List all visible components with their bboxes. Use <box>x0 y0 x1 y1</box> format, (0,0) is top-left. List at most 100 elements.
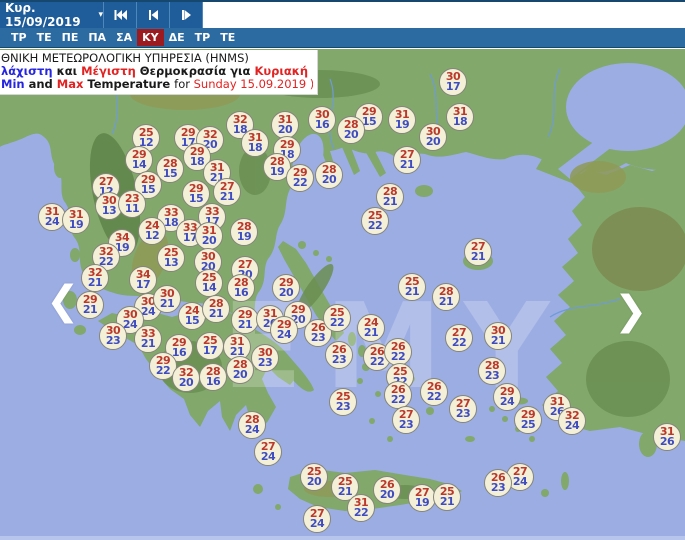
temp-station: 2522 <box>361 207 389 235</box>
temp-station: 3017 <box>439 68 467 96</box>
temp-station: 3023 <box>99 322 127 350</box>
tab-ΣΑ[interactable]: ΣΑ <box>111 29 137 46</box>
temp-station: 2924 <box>270 316 298 344</box>
next-day-arrow[interactable]: ❯ <box>614 291 648 331</box>
temp-station: 2914 <box>125 146 153 174</box>
temp-station: 3021 <box>484 322 512 350</box>
temp-station: 2412 <box>138 217 166 245</box>
temp-station: 3020 <box>419 123 447 151</box>
temp-station: 3417 <box>129 266 157 294</box>
temp-station: 3016 <box>308 106 336 134</box>
temp-station: 3023 <box>251 344 279 372</box>
temp-station: 2921 <box>231 306 259 334</box>
title-greek: λάχιστη και Μέγιστη Θερμοκρασία για Κυρι… <box>1 65 313 78</box>
temp-station: 2823 <box>478 357 506 385</box>
agency-title: ΘΝΙΚΗ ΜΕΤΕΩΡΟΛΟΓΙΚΗ ΥΠΗΡΕΣΙΑ (HNMS) <box>1 52 313 65</box>
temp-station: 3120 <box>271 111 299 139</box>
temp-station: 2816 <box>227 274 255 302</box>
tab-ΠΕ[interactable]: ΠΕ <box>57 29 84 46</box>
header-text-part: Θερμοκρασία για <box>140 65 255 78</box>
date-label: Κυρ. 15/09/2019 <box>5 1 95 29</box>
tab-ΔΕ[interactable]: ΔΕ <box>164 29 190 46</box>
temp-station: 3321 <box>134 325 162 353</box>
temp-station: 3122 <box>347 494 375 522</box>
temp-station: 2623 <box>325 341 353 369</box>
temp-station: 2724 <box>254 438 282 466</box>
temp-station: 2622 <box>384 338 412 366</box>
temp-station: 2924 <box>493 383 521 411</box>
greece-weather-map: EMY 251229173220321831203016291531193118… <box>0 49 685 540</box>
temp-station: 3118 <box>446 103 474 131</box>
temp-station: 3118 <box>241 129 269 157</box>
previous-day-arrow[interactable]: ❮ <box>46 281 80 321</box>
temp-station: 2522 <box>323 304 351 332</box>
header-text-part: Max <box>57 78 88 91</box>
header-text-part: και <box>57 65 82 78</box>
header-text-part: λάχιστη <box>1 65 57 78</box>
temp-station: 3119 <box>388 106 416 134</box>
header-text-part: Κυριακή 15.09.2019 <box>254 65 313 78</box>
temp-station: 2521 <box>433 483 461 511</box>
date-selector[interactable]: Κυρ. 15/09/2019 ▾ <box>0 2 104 28</box>
temp-station: 3224 <box>558 407 586 435</box>
temp-station: 2719 <box>408 484 436 512</box>
step-backward-icon <box>147 9 160 21</box>
temp-station: 2623 <box>484 469 512 497</box>
temp-station: 3021 <box>153 285 181 313</box>
weather-app-window: Κυρ. 15/09/2019 ▾ ΤΡΤΕΠΕΠΑΣΑΚΥΔΕΤΡΤΕ <box>0 0 685 540</box>
temp-station: 2620 <box>373 476 401 504</box>
header-text-part: Temperature <box>87 78 174 91</box>
temp-station: 2311 <box>118 190 146 218</box>
temp-station: 2513 <box>157 244 185 272</box>
caret-down-icon: ▾ <box>98 10 103 20</box>
temp-station: 2622 <box>384 381 412 409</box>
temp-station: 3220 <box>172 364 200 392</box>
header-text-part: for <box>174 78 193 91</box>
temp-station: 2622 <box>420 378 448 406</box>
temp-station: 2921 <box>76 291 104 319</box>
skip-to-first-button[interactable] <box>104 2 137 28</box>
header-text-part: Μέγιστη <box>81 65 140 78</box>
temp-station: 2521 <box>398 273 426 301</box>
stations-layer: 2512291732203218312030162915311931183017… <box>0 49 685 540</box>
temp-station: 2723 <box>392 406 420 434</box>
temp-station: 2721 <box>213 178 241 206</box>
skip-to-first-icon <box>113 9 128 21</box>
temp-station: 2421 <box>357 314 385 342</box>
temp-station: 2820 <box>337 116 365 144</box>
temp-station: 2723 <box>449 395 477 423</box>
tab-ΚΥ[interactable]: ΚΥ <box>137 29 164 46</box>
header-text-part: Min <box>1 78 29 91</box>
temp-station: 3126 <box>653 423 681 451</box>
tab-ΠΑ[interactable]: ΠΑ <box>83 29 111 46</box>
temp-station: 2821 <box>376 183 404 211</box>
header-text-part: and <box>29 78 57 91</box>
temp-station: 2819 <box>230 218 258 246</box>
step-forward-icon <box>180 9 193 21</box>
temp-station: 2816 <box>199 363 227 391</box>
temp-station: 2925 <box>514 406 542 434</box>
tab-ΤΡ[interactable]: ΤΡ <box>190 29 216 46</box>
temp-station: 2721 <box>464 238 492 266</box>
day-tabs: ΤΡΤΕΠΕΠΑΣΑΚΥΔΕΤΡΤΕ <box>0 28 685 48</box>
toolbar: Κυρ. 15/09/2019 ▾ <box>0 2 685 28</box>
temp-station: 2821 <box>432 283 460 311</box>
temp-station: 2820 <box>315 161 343 189</box>
temp-station: 2514 <box>195 269 223 297</box>
step-forward-button[interactable] <box>170 2 203 28</box>
temp-station: 2724 <box>303 505 331 533</box>
temp-station: 2523 <box>329 388 357 416</box>
map-bottom-edge <box>0 536 685 540</box>
temp-station: 2520 <box>300 463 328 491</box>
tab-ΤΕ[interactable]: ΤΕ <box>215 29 240 46</box>
header-text-part: Sunday 15.09.2019 ) <box>194 78 313 91</box>
tab-ΤΕ[interactable]: ΤΕ <box>32 29 57 46</box>
title-english: Min and Max Temperature for Sunday 15.09… <box>1 78 313 91</box>
tab-ΤΡ[interactable]: ΤΡ <box>6 29 32 46</box>
step-backward-button[interactable] <box>137 2 170 28</box>
temp-station: 2920 <box>272 274 300 302</box>
temp-station: 2517 <box>196 332 224 360</box>
temp-station: 3221 <box>81 264 109 292</box>
temp-station: 2820 <box>226 356 254 384</box>
temp-station: 3119 <box>62 206 90 234</box>
